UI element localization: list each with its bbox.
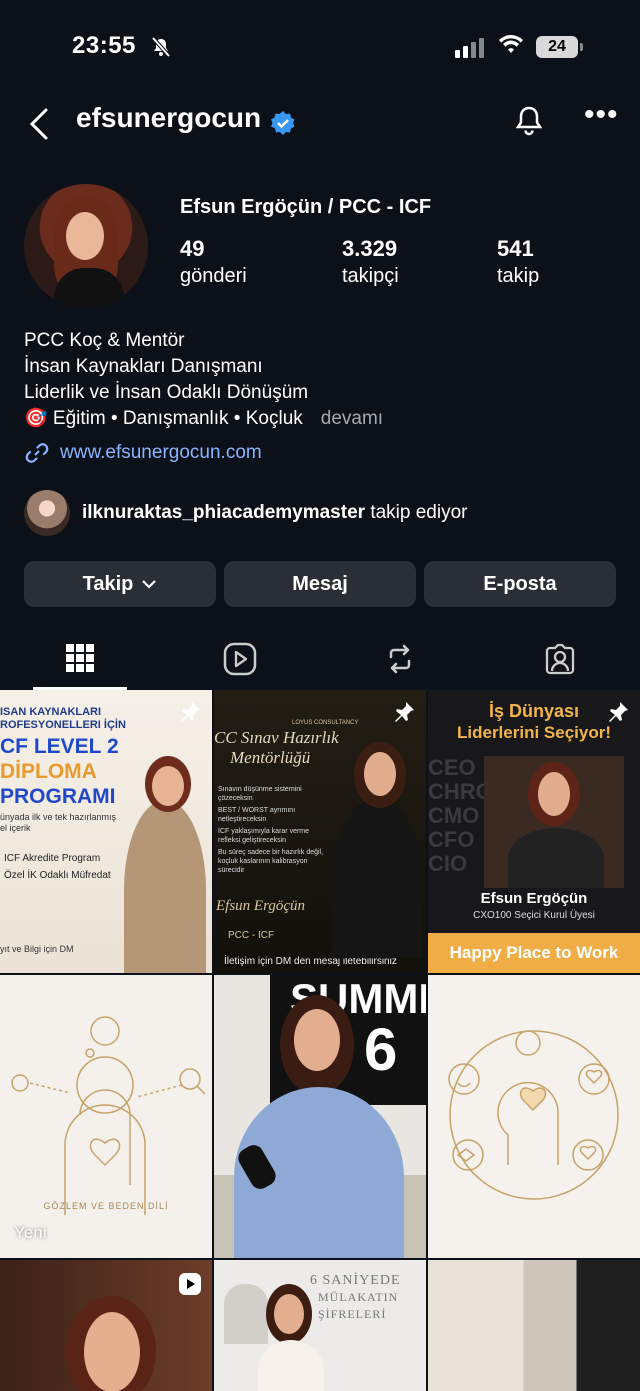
- profile-username: efsunergocun: [76, 102, 262, 133]
- profile-actions: Takip Mesaj E-posta: [24, 561, 616, 607]
- website-url: www.efsunergocun.com: [60, 442, 262, 463]
- post-title: PROGRAMI: [0, 785, 116, 808]
- pin-icon: [181, 702, 200, 722]
- post-text: PCC - ICF: [228, 930, 275, 941]
- post-title: DİPLOMA: [0, 760, 97, 783]
- post-text: ROFESYONELLERI İÇİN: [0, 719, 126, 731]
- tab-reposts[interactable]: [353, 628, 447, 690]
- post-thumbnail[interactable]: LOYUS CONSULTANCY CC Sınav Hazırlık Mentö…: [214, 690, 426, 973]
- post-text: el içerik: [0, 823, 31, 833]
- post-text: ISAN KAYNAKLARI: [0, 706, 102, 718]
- tagged-icon: [545, 643, 575, 675]
- post-thumbnail[interactable]: [428, 1260, 640, 1391]
- bio-more-link[interactable]: devamı: [321, 408, 383, 429]
- post-text: 6: [364, 1016, 398, 1083]
- follower-avatar: [24, 490, 70, 536]
- followed-by[interactable]: ilknuraktas_phiacademymaster takip ediyo…: [24, 490, 468, 536]
- profile-avatar[interactable]: [24, 184, 148, 308]
- post-thumbnail[interactable]: ISAN KAYNAKLARI ROFESYONELLERI İÇİN CF LE…: [0, 690, 212, 973]
- post-text: yıt ve Bilgi için DM: [0, 944, 74, 954]
- cell-signal-icon: [455, 38, 484, 58]
- post-thumbnail[interactable]: 6 SANİYEDE MÜLAKATIN ŞİFRELERİ: [214, 1260, 426, 1391]
- post-title: CC Sınav Hazırlık: [214, 728, 339, 747]
- post-text: Bu süreç sadece bir hazırlık değil, koçl…: [218, 849, 324, 874]
- chevron-down-icon: [142, 580, 157, 589]
- more-options-icon[interactable]: •••: [584, 100, 619, 130]
- tab-tagged[interactable]: [513, 628, 607, 690]
- post-text: Efsun Ergöçün: [480, 890, 588, 907]
- clock: 23:55: [72, 32, 136, 59]
- post-text: Özel İK Odaklı Müfredat: [4, 870, 111, 881]
- tab-reels[interactable]: [193, 628, 287, 690]
- wifi-icon: [499, 35, 523, 53]
- pin-icon: [609, 702, 628, 722]
- verified-badge-icon: [271, 111, 295, 135]
- post-text: Efsun Ergöçün: [216, 898, 306, 914]
- post-text: BEST / WORST ayrımını netleştireceksin: [218, 807, 296, 823]
- post-title: Liderlerini Seçiyor!: [457, 723, 611, 742]
- stat-posts[interactable]: 49 gönderi: [180, 236, 247, 288]
- tab-grid[interactable]: [33, 628, 127, 690]
- profile-bio: PCC Koç & Mentör İnsan Kaynakları Danışm…: [24, 328, 383, 432]
- stat-posts-label: gönderi: [180, 265, 247, 287]
- post-title: Mentörlüğü: [230, 748, 311, 767]
- post-title: CF LEVEL 2: [0, 735, 119, 758]
- post-text: LOYUS CONSULTANCY: [292, 720, 359, 726]
- post-text: Happy Place to Work: [428, 933, 640, 973]
- reel-icon: [179, 1273, 201, 1295]
- illustration-body-language: [11, 1016, 206, 1215]
- bell-off-icon: [151, 36, 171, 58]
- grid-icon: [66, 643, 94, 672]
- profile-website-link[interactable]: www.efsunergocun.com: [24, 440, 262, 466]
- post-text: CEO CHRO CMO CFO CIO: [428, 755, 493, 876]
- posts-grid: ISAN KAYNAKLARI ROFESYONELLERI İÇİN CF LE…: [0, 690, 640, 1391]
- reels-icon: [223, 642, 257, 676]
- message-button[interactable]: Mesaj: [224, 561, 416, 607]
- stat-followers-label: takipçi: [342, 265, 399, 287]
- post-thumbnail[interactable]: [428, 975, 640, 1258]
- post-thumbnail[interactable]: SUMMIT 6: [214, 975, 426, 1258]
- post-text: ICF yaklaşımıyla karar verme refleksi ge…: [218, 828, 310, 844]
- post-text: ünyada ilk ve tek hazırlanmış: [0, 812, 117, 822]
- profile-header: efsunergocun •••: [0, 96, 640, 152]
- post-title: 6 SANİYEDE: [310, 1273, 401, 1288]
- bio-line: Liderlik ve İnsan Odaklı Dönüşüm: [24, 382, 309, 403]
- bio-line: 🎯 Eğitim • Danışmanlık • Koçluk: [24, 408, 303, 429]
- post-thumbnail[interactable]: İş Dünyası Liderlerini Seçiyor! CEO CHRO …: [428, 690, 640, 973]
- status-bar: 23:55 24: [0, 0, 640, 96]
- follower-username: ilknuraktas_phiacademymaster: [82, 502, 366, 523]
- stat-followers[interactable]: 3.329 takipçi: [342, 236, 399, 288]
- stat-following-label: takip: [497, 265, 540, 287]
- stat-following[interactable]: 541 takip: [497, 236, 539, 288]
- post-thumbnail[interactable]: GÖZLEM VE BEDEN DİLİ Yeni: [0, 975, 212, 1258]
- post-title: ŞİFRELERİ: [318, 1307, 387, 1321]
- bio-line: İnsan Kaynakları Danışmanı: [24, 356, 263, 377]
- post-text: GÖZLEM VE BEDEN DİLİ: [43, 1201, 169, 1211]
- notification-bell-icon[interactable]: [512, 104, 546, 138]
- battery-indicator: 24: [536, 36, 583, 58]
- post-thumbnail[interactable]: [0, 1260, 212, 1391]
- post-title: MÜLAKATIN: [318, 1290, 399, 1304]
- illustration-emotions: [448, 1030, 619, 1200]
- followed-by-suffix: takip ediyor: [365, 502, 468, 523]
- stat-followers-value: 3.329: [342, 236, 398, 261]
- profile-full-name: Efsun Ergöçün / PCC - ICF: [180, 196, 432, 218]
- post-text: Sınavın düşünme sistemini çözeceksin: [218, 786, 302, 802]
- profile-tabs: [0, 628, 640, 690]
- bio-line: PCC Koç & Mentör: [24, 330, 185, 351]
- pin-icon: [395, 702, 414, 722]
- email-button[interactable]: E-posta: [424, 561, 616, 607]
- follow-button[interactable]: Takip: [24, 561, 216, 607]
- repost-icon: [389, 644, 411, 674]
- follow-label: Takip: [82, 572, 134, 595]
- post-text: ICF Akredite Program: [4, 853, 101, 864]
- post-text: CXO100 Seçici Kurul Üyesi: [473, 910, 595, 921]
- stat-posts-value: 49: [180, 236, 205, 261]
- stat-following-value: 541: [497, 236, 534, 261]
- back-arrow-icon[interactable]: [24, 106, 56, 142]
- new-badge: Yeni: [14, 1223, 47, 1242]
- link-icon: [25, 443, 49, 463]
